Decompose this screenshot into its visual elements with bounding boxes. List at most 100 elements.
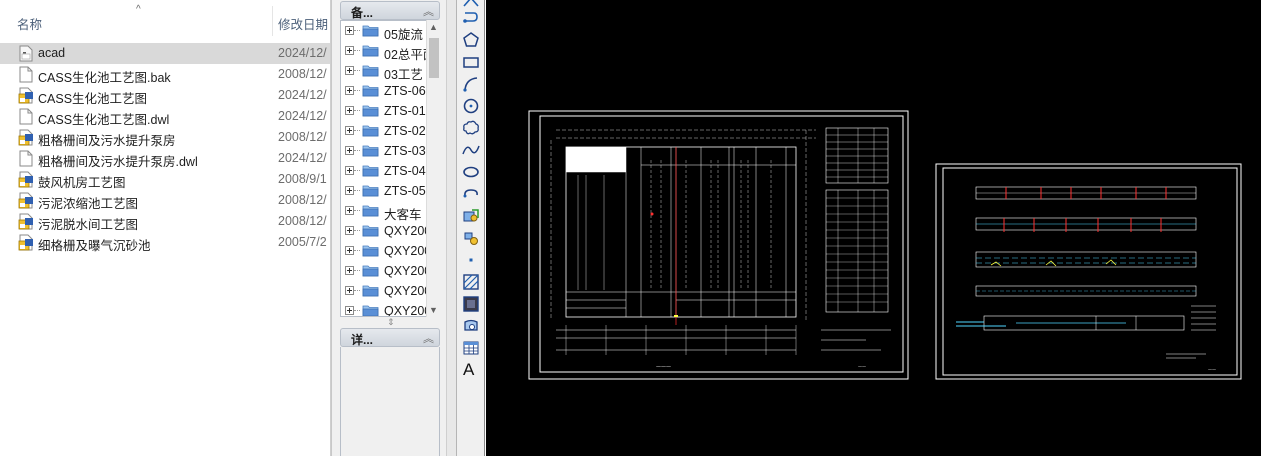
folder-icon xyxy=(362,144,379,157)
file-name: 污泥脱水间工艺图 xyxy=(38,218,139,232)
file-name: acad xyxy=(38,46,66,60)
tree-connector xyxy=(354,30,360,31)
tree-item-label: QXY200 xyxy=(384,284,432,298)
folder-tree: 05旋流 02总平面 03工艺 ZTS-06 ZTS-01 ZTS-02 ZTS-03 ZTS… xyxy=(340,20,440,317)
details-panel-header[interactable]: 详... ︽ xyxy=(340,328,440,347)
file-modified-date: 2008/9/1 xyxy=(278,172,327,186)
file-row[interactable]: CASS生化池工艺图 2024/12/ xyxy=(0,85,331,106)
tree-connector xyxy=(354,90,360,91)
blank-file-icon xyxy=(18,66,34,83)
column-header-name[interactable]: 名称 xyxy=(17,14,42,33)
expand-icon[interactable] xyxy=(345,46,354,55)
ellipse-icon[interactable] xyxy=(461,162,481,182)
expand-icon[interactable] xyxy=(345,26,354,35)
tree-item-label: QXY200 xyxy=(384,224,432,238)
spline-icon[interactable] xyxy=(461,140,481,160)
file-modified-date: 2024/12/ xyxy=(278,46,327,60)
scroll-up-icon[interactable]: ▲ xyxy=(429,22,438,32)
collapse-icon[interactable]: ︽ xyxy=(423,330,434,346)
tree-scrollbar[interactable]: ▲ ▼ xyxy=(426,20,440,317)
multiline-text-icon[interactable]: A xyxy=(463,360,474,380)
file-row[interactable]: CASS生化池工艺图.dwl 2024/12/ xyxy=(0,106,331,127)
expand-icon[interactable] xyxy=(345,126,354,135)
folder-panel-header[interactable]: 备... ︽ xyxy=(340,1,440,20)
expand-icon[interactable] xyxy=(345,226,354,235)
expand-icon[interactable] xyxy=(345,166,354,175)
expand-icon[interactable] xyxy=(345,186,354,195)
file-row[interactable]: 细格栅及曝气沉砂池 2005/7/2 xyxy=(0,232,331,253)
file-name: 鼓风机房工艺图 xyxy=(38,176,126,190)
draw-toolbar: A xyxy=(456,0,485,456)
gradient-icon[interactable] xyxy=(461,294,481,314)
make-block-icon[interactable] xyxy=(461,228,481,248)
file-name: 粗格栅间及污水提升泵房.dwl xyxy=(38,155,198,169)
hatch-icon[interactable] xyxy=(461,272,481,292)
file-modified-date: 2008/12/ xyxy=(278,130,327,144)
tree-item-label: ZTS-01 xyxy=(384,104,426,118)
collapse-icon[interactable]: ︽ xyxy=(423,3,434,19)
dwg-file-icon xyxy=(18,192,34,209)
tree-item-label: ZTS-03 xyxy=(384,144,426,158)
file-modified-date: 2008/12/ xyxy=(278,214,327,228)
drawing-sheet-1[interactable]: ——— —— xyxy=(528,110,909,380)
file-row[interactable]: 污泥脱水间工艺图 2008/12/ xyxy=(0,211,331,232)
file-row[interactable]: 鼓风机房工艺图 2008/9/1 xyxy=(0,169,331,190)
folder-icon xyxy=(362,184,379,197)
rectangle-icon[interactable] xyxy=(461,52,481,72)
splitter-grip-icon[interactable]: ⇕ xyxy=(387,317,395,328)
expand-icon[interactable] xyxy=(345,246,354,255)
tree-item-label: ZTS-04 xyxy=(384,164,426,178)
ellipse-arc-icon[interactable] xyxy=(461,184,481,204)
file-row[interactable]: 污泥浓缩池工艺图 2008/12/ xyxy=(0,190,331,211)
tree-item-label: ZTS-02 xyxy=(384,124,426,138)
tree-connector xyxy=(354,170,360,171)
column-header-date[interactable]: 修改日期 xyxy=(278,14,328,33)
folder-icon xyxy=(362,124,379,137)
blank-file-icon xyxy=(18,108,34,125)
revision-cloud-icon[interactable] xyxy=(461,118,481,138)
polygon-icon[interactable] xyxy=(461,30,481,50)
file-modified-date: 2024/12/ xyxy=(278,151,327,165)
table-icon[interactable] xyxy=(461,338,481,358)
drawing-canvas[interactable]: ——— —— —— xyxy=(486,0,1261,456)
file-row[interactable]: acad 2024/12/ xyxy=(0,43,331,64)
tree-connector xyxy=(354,50,360,51)
expand-icon[interactable] xyxy=(345,146,354,155)
scroll-thumb[interactable] xyxy=(429,38,439,78)
tree-connector xyxy=(354,210,360,211)
expand-icon[interactable] xyxy=(345,266,354,275)
file-row[interactable]: 粗格栅间及污水提升泵房 2008/12/ xyxy=(0,127,331,148)
drawing-sheet-2[interactable]: —— xyxy=(935,163,1242,380)
file-modified-date: 2008/12/ xyxy=(278,67,327,81)
folder-icon xyxy=(362,224,379,237)
file-name: 细格栅及曝气沉砂池 xyxy=(38,239,151,253)
expand-icon[interactable] xyxy=(345,86,354,95)
circle-icon[interactable] xyxy=(461,96,481,116)
expand-icon[interactable] xyxy=(345,206,354,215)
expand-icon[interactable] xyxy=(345,106,354,115)
tree-connector xyxy=(354,70,360,71)
tree-item-label: ZTS-06 xyxy=(384,84,426,98)
folder-icon xyxy=(362,84,379,97)
sort-arrow-icon: ^ xyxy=(136,4,141,15)
dwg-file-icon xyxy=(18,129,34,146)
arc-icon[interactable] xyxy=(461,74,481,94)
folder-icon xyxy=(362,304,379,316)
column-divider[interactable] xyxy=(272,6,273,36)
file-row[interactable]: 粗格栅间及污水提升泵房.dwl 2024/12/ xyxy=(0,148,331,169)
expand-icon[interactable] xyxy=(345,286,354,295)
region-icon[interactable] xyxy=(461,316,481,336)
expand-icon[interactable] xyxy=(345,306,354,315)
folder-icon xyxy=(362,204,379,217)
tree-item-label: QXY200 xyxy=(384,264,432,278)
panel-edge[interactable] xyxy=(446,0,456,456)
folder-icon xyxy=(362,104,379,117)
explorer-header: 名称 ^ 修改日期 xyxy=(0,0,331,42)
insert-block-icon[interactable] xyxy=(461,206,481,226)
scroll-down-icon[interactable]: ▼ xyxy=(429,305,438,315)
expand-icon[interactable] xyxy=(345,66,354,75)
point-icon[interactable] xyxy=(461,250,481,270)
polyline-icon[interactable] xyxy=(461,8,481,28)
file-row[interactable]: CASS生化池工艺图.bak 2008/12/ xyxy=(0,64,331,85)
design-center-panel: 备... ︽ 05旋流 02总平面 03工艺 ZTS-06 ZTS-01 ZTS-02 ZT… xyxy=(331,0,456,456)
